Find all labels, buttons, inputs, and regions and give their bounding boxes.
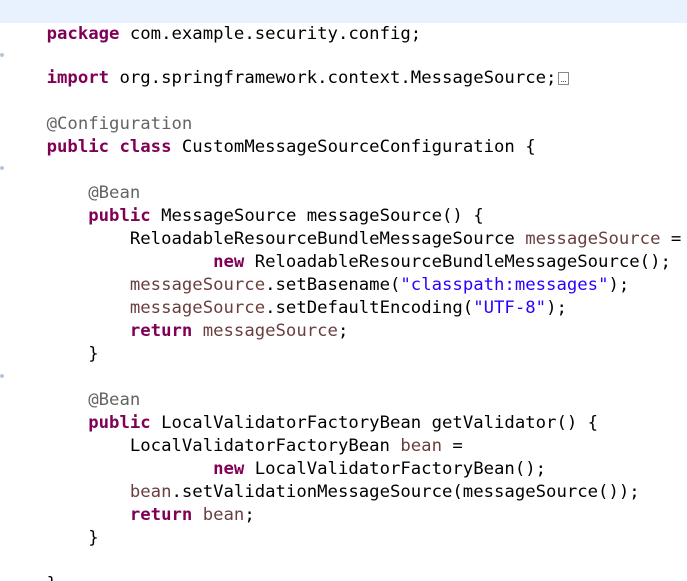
fold-marker-icon[interactable] [0, 374, 4, 378]
code-line-return[interactable]: return bean; [5, 481, 255, 525]
keyword: import [46, 68, 110, 88]
code-line-set-validation-source[interactable]: bean.setValidationMessageSource(messageS… [5, 458, 640, 502]
code-editor[interactable]: package com.example.security.config; imp… [0, 0, 687, 581]
local-variable: bean [202, 505, 245, 525]
code-line-configuration-annotation[interactable]: @Configuration [5, 90, 193, 134]
code-line-new-instance[interactable]: new LocalValidatorFactoryBean(); [5, 435, 546, 479]
code-line-set-encoding[interactable]: messageSource.setDefaultEncoding("UTF-8"… [5, 274, 567, 318]
code-line-declaration[interactable]: LocalValidatorFactoryBean bean = [5, 412, 463, 456]
package-name: com.example.security.config; [119, 24, 422, 44]
collapsed-import-box-icon[interactable] [558, 72, 570, 85]
keyword: return [129, 321, 193, 341]
code-line-bean-annotation[interactable]: @Bean [5, 366, 140, 410]
import-name: org.springframework.context.MessageSourc… [109, 68, 557, 88]
code-line-bean-annotation[interactable]: @Bean [5, 159, 140, 203]
code-line-method-messagesource[interactable]: public MessageSource messageSource() { [5, 182, 483, 226]
code-line-import[interactable]: import org.springframework.context.Messa… [5, 44, 570, 88]
punctuation: ; [337, 321, 349, 341]
keyword: public [46, 137, 110, 157]
fold-marker-icon[interactable] [0, 53, 4, 57]
brace: } [88, 344, 99, 364]
local-variable: messageSource [202, 321, 338, 341]
code-line-class-close-brace[interactable]: } [5, 550, 57, 581]
punctuation: ); [608, 275, 630, 295]
punctuation: ; [244, 505, 255, 525]
keyword: package [46, 24, 120, 44]
code-line-close-brace[interactable]: } [5, 504, 98, 548]
code-line-return[interactable]: return messageSource; [5, 297, 349, 341]
string-literal: "UTF-8" [473, 298, 547, 318]
code-line-package[interactable]: package com.example.security.config; [0, 0, 687, 44]
code-line-close-brace[interactable]: } [5, 320, 98, 364]
code-line-class-declaration[interactable]: public class CustomMessageSourceConfigur… [5, 113, 536, 157]
brace: } [88, 528, 99, 548]
keyword: return [129, 505, 193, 525]
code-line-set-basename[interactable]: messageSource.setBasename("classpath:mes… [5, 251, 629, 295]
code-line-new-instance[interactable]: new ReloadableResourceBundleMessageSourc… [5, 228, 671, 272]
code-line-declaration[interactable]: ReloadableResourceBundleMessageSource me… [5, 205, 681, 249]
brace: } [47, 574, 57, 581]
code-line-method-getvalidator[interactable]: public LocalValidatorFactoryBean getVali… [5, 389, 598, 433]
class-name: CustomMessageSourceConfiguration { [171, 137, 536, 157]
punctuation: ); [546, 298, 567, 318]
keyword: class [119, 137, 172, 157]
fold-marker-icon[interactable] [0, 166, 4, 170]
